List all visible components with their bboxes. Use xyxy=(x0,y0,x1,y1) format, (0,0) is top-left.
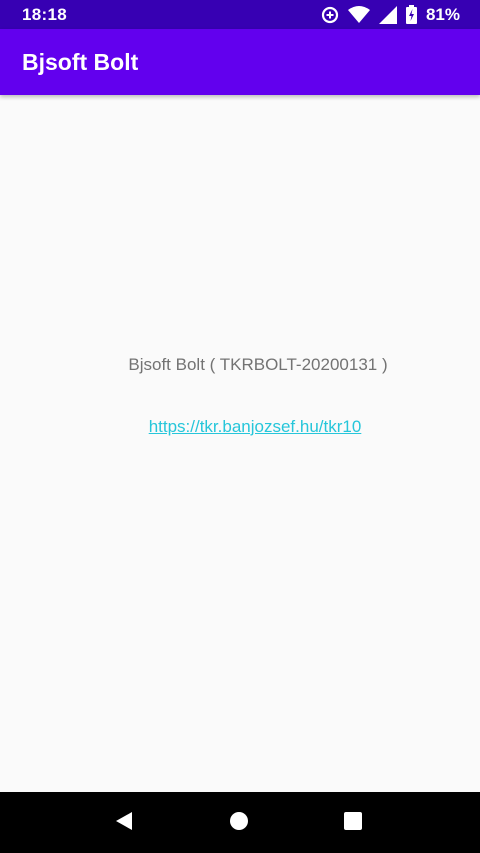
home-icon xyxy=(229,811,249,836)
app-title: Bjsoft Bolt xyxy=(22,48,139,75)
back-button[interactable] xyxy=(113,811,135,836)
status-icons: 81% xyxy=(321,5,460,25)
recents-button[interactable] xyxy=(342,811,364,836)
navigation-bar xyxy=(0,792,480,853)
battery-percentage: 81% xyxy=(425,4,460,24)
recents-icon xyxy=(343,811,363,836)
back-icon xyxy=(114,811,134,836)
home-button[interactable] xyxy=(228,811,250,836)
version-text: Bjsoft Bolt ( TKRBOLT-20200131 ) xyxy=(128,355,388,374)
data-saver-icon xyxy=(321,6,339,24)
battery-icon xyxy=(405,5,417,24)
wifi-icon xyxy=(347,6,370,23)
main-content: Bjsoft Bolt ( TKRBOLT-20200131 ) https:/… xyxy=(0,95,480,792)
app-bar: Bjsoft Bolt xyxy=(0,29,480,95)
screen: 18:18 81% Bjsoft Bolt Bjsoft Bolt (TKRB… xyxy=(0,0,480,853)
status-time: 18:18 xyxy=(22,4,67,24)
status-bar: 18:18 81% xyxy=(0,0,480,29)
website-link[interactable]: https://tkr.banjozsef.hu/tkr10 xyxy=(0,417,480,437)
cell-signal-icon xyxy=(378,5,397,24)
